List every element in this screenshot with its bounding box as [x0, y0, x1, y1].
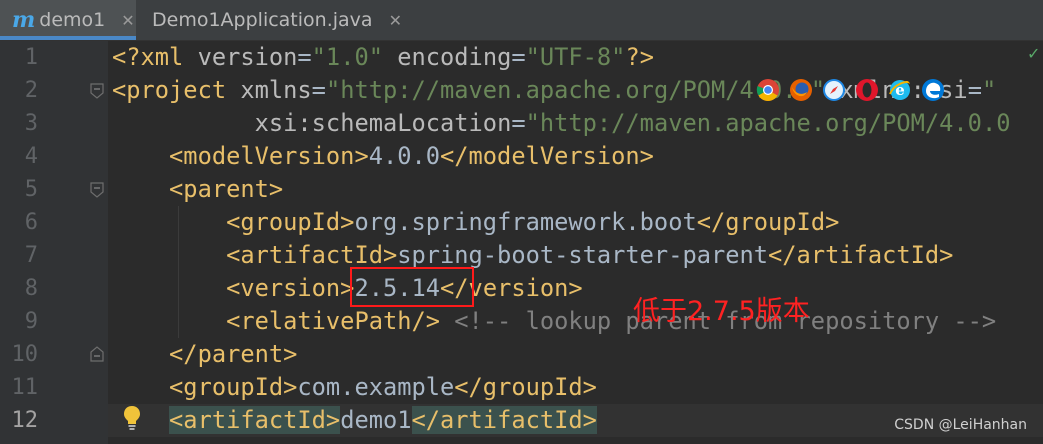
equals: =: [511, 109, 526, 137]
tag-close: </groupId>: [454, 373, 597, 401]
line-number: 5: [24, 177, 38, 202]
maven-icon: m: [12, 7, 36, 33]
tag-close: </parent>: [169, 340, 298, 368]
attr-name: encoding: [397, 43, 512, 71]
editor-tab-bar: m demo1 ✕ C Demo1Application.java ✕: [0, 0, 1043, 41]
tag-text: 4.0.0: [368, 142, 441, 170]
fold-open-icon[interactable]: [90, 182, 104, 198]
xml-decl-close: ?>: [625, 43, 654, 71]
code-line-10: </parent>: [112, 338, 297, 371]
tag-close: </artifactId>: [768, 241, 954, 269]
tab-demo1[interactable]: m demo1 ✕: [0, 0, 136, 40]
equals: =: [967, 76, 982, 104]
attr-value: "http://maven.apache.org/POM/4.0.0: [525, 109, 1011, 137]
tag-open: <groupId>: [169, 373, 298, 401]
equals: =: [511, 43, 526, 71]
line-number: 11: [11, 375, 39, 400]
code-line-8: <version>2.5.14</version>: [112, 272, 583, 305]
close-icon[interactable]: ✕: [389, 11, 402, 30]
line-number: 4: [24, 144, 38, 169]
code-line-11: <groupId>com.example</groupId>: [112, 371, 597, 404]
line-number: 7: [24, 243, 38, 268]
attr-value: ": [981, 76, 997, 104]
xml-decl-open: <?xml: [112, 43, 198, 71]
tag-open: <groupId>: [226, 208, 355, 236]
line-number: 1: [24, 45, 38, 70]
fold-close-icon[interactable]: [90, 346, 104, 362]
attr-value: "1.0": [311, 43, 383, 71]
tab-demo1application-java[interactable]: C Demo1Application.java ✕: [146, 0, 402, 40]
tag-open: <modelVersion>: [169, 142, 369, 170]
current-line-number: 12: [11, 408, 39, 433]
tag-text: demo1: [340, 406, 412, 434]
tag-open: <version>: [226, 274, 355, 302]
tag-text: org.springframework.boot: [354, 208, 697, 236]
code-line-1: <?xml version="1.0" encoding="UTF-8"?>: [112, 41, 654, 74]
attr-name: xsi:schemaLocation: [254, 109, 512, 137]
line-gutter: 1 2 3 4 5 6 7 8 9 10 11 12: [0, 41, 108, 444]
tag-text: com.example: [297, 373, 455, 401]
tag-open: <parent>: [169, 175, 284, 203]
ie-icon[interactable]: e: [888, 78, 912, 102]
line-number: 9: [24, 309, 38, 334]
line-number: 10: [11, 342, 39, 367]
attr-value: "http://maven.apache.org/POM/4.0.0": [325, 76, 826, 104]
attr-name: xmlns: [240, 76, 312, 104]
fold-open-icon[interactable]: [90, 83, 104, 99]
firefox-icon[interactable]: [789, 78, 813, 102]
tab-label: demo1: [39, 9, 106, 31]
browser-preview-toolbar: e: [756, 78, 945, 106]
attr-value: "UTF-8": [525, 43, 626, 71]
opera-icon[interactable]: [855, 78, 879, 102]
tag-open-highlighted: <artifactId>: [169, 406, 341, 434]
code-line-7: <artifactId>spring-boot-starter-parent</…: [112, 239, 953, 272]
line-number: 2: [24, 78, 38, 103]
code-line-12: <artifactId>demo1</artifactId>: [112, 404, 597, 437]
tag-open: <artifactId>: [226, 241, 398, 269]
code-line-9: <relativePath/> <!-- lookup parent from …: [112, 305, 996, 338]
close-icon[interactable]: ✕: [121, 11, 134, 30]
code-line-4: <modelVersion>4.0.0</modelVersion>: [112, 140, 654, 173]
tag-text: spring-boot-starter-parent: [397, 241, 769, 269]
tag-close: </modelVersion>: [440, 142, 654, 170]
tag-open: <project: [112, 76, 241, 104]
code-line-5: <parent>: [112, 173, 283, 206]
equals: =: [311, 76, 326, 104]
safari-icon[interactable]: [822, 78, 846, 102]
lightbulb-icon[interactable]: [122, 404, 142, 432]
line-number: 3: [24, 111, 38, 136]
edge-icon[interactable]: [921, 78, 945, 102]
attr-name: version: [197, 43, 298, 71]
code-line-3: xsi:schemaLocation="http://maven.apache.…: [112, 107, 1011, 140]
code-line-6: <groupId>org.springframework.boot</group…: [112, 206, 839, 239]
inspection-ok-icon[interactable]: ✓: [1027, 44, 1040, 63]
version-annotation: 低于2.7.5版本: [633, 296, 810, 327]
version-highlight-box: [350, 267, 474, 307]
line-number: 8: [24, 276, 38, 301]
line-number: 6: [24, 210, 38, 235]
tab-label: Demo1Application.java: [152, 9, 373, 31]
watermark: CSDN @LeiHanhan: [894, 417, 1027, 433]
tag-close: </groupId>: [696, 208, 840, 236]
equals: =: [297, 43, 312, 71]
self-closing-tag: <relativePath/>: [226, 307, 441, 335]
chrome-icon[interactable]: [756, 78, 780, 102]
tag-close-highlighted: </artifactId>: [411, 406, 597, 434]
